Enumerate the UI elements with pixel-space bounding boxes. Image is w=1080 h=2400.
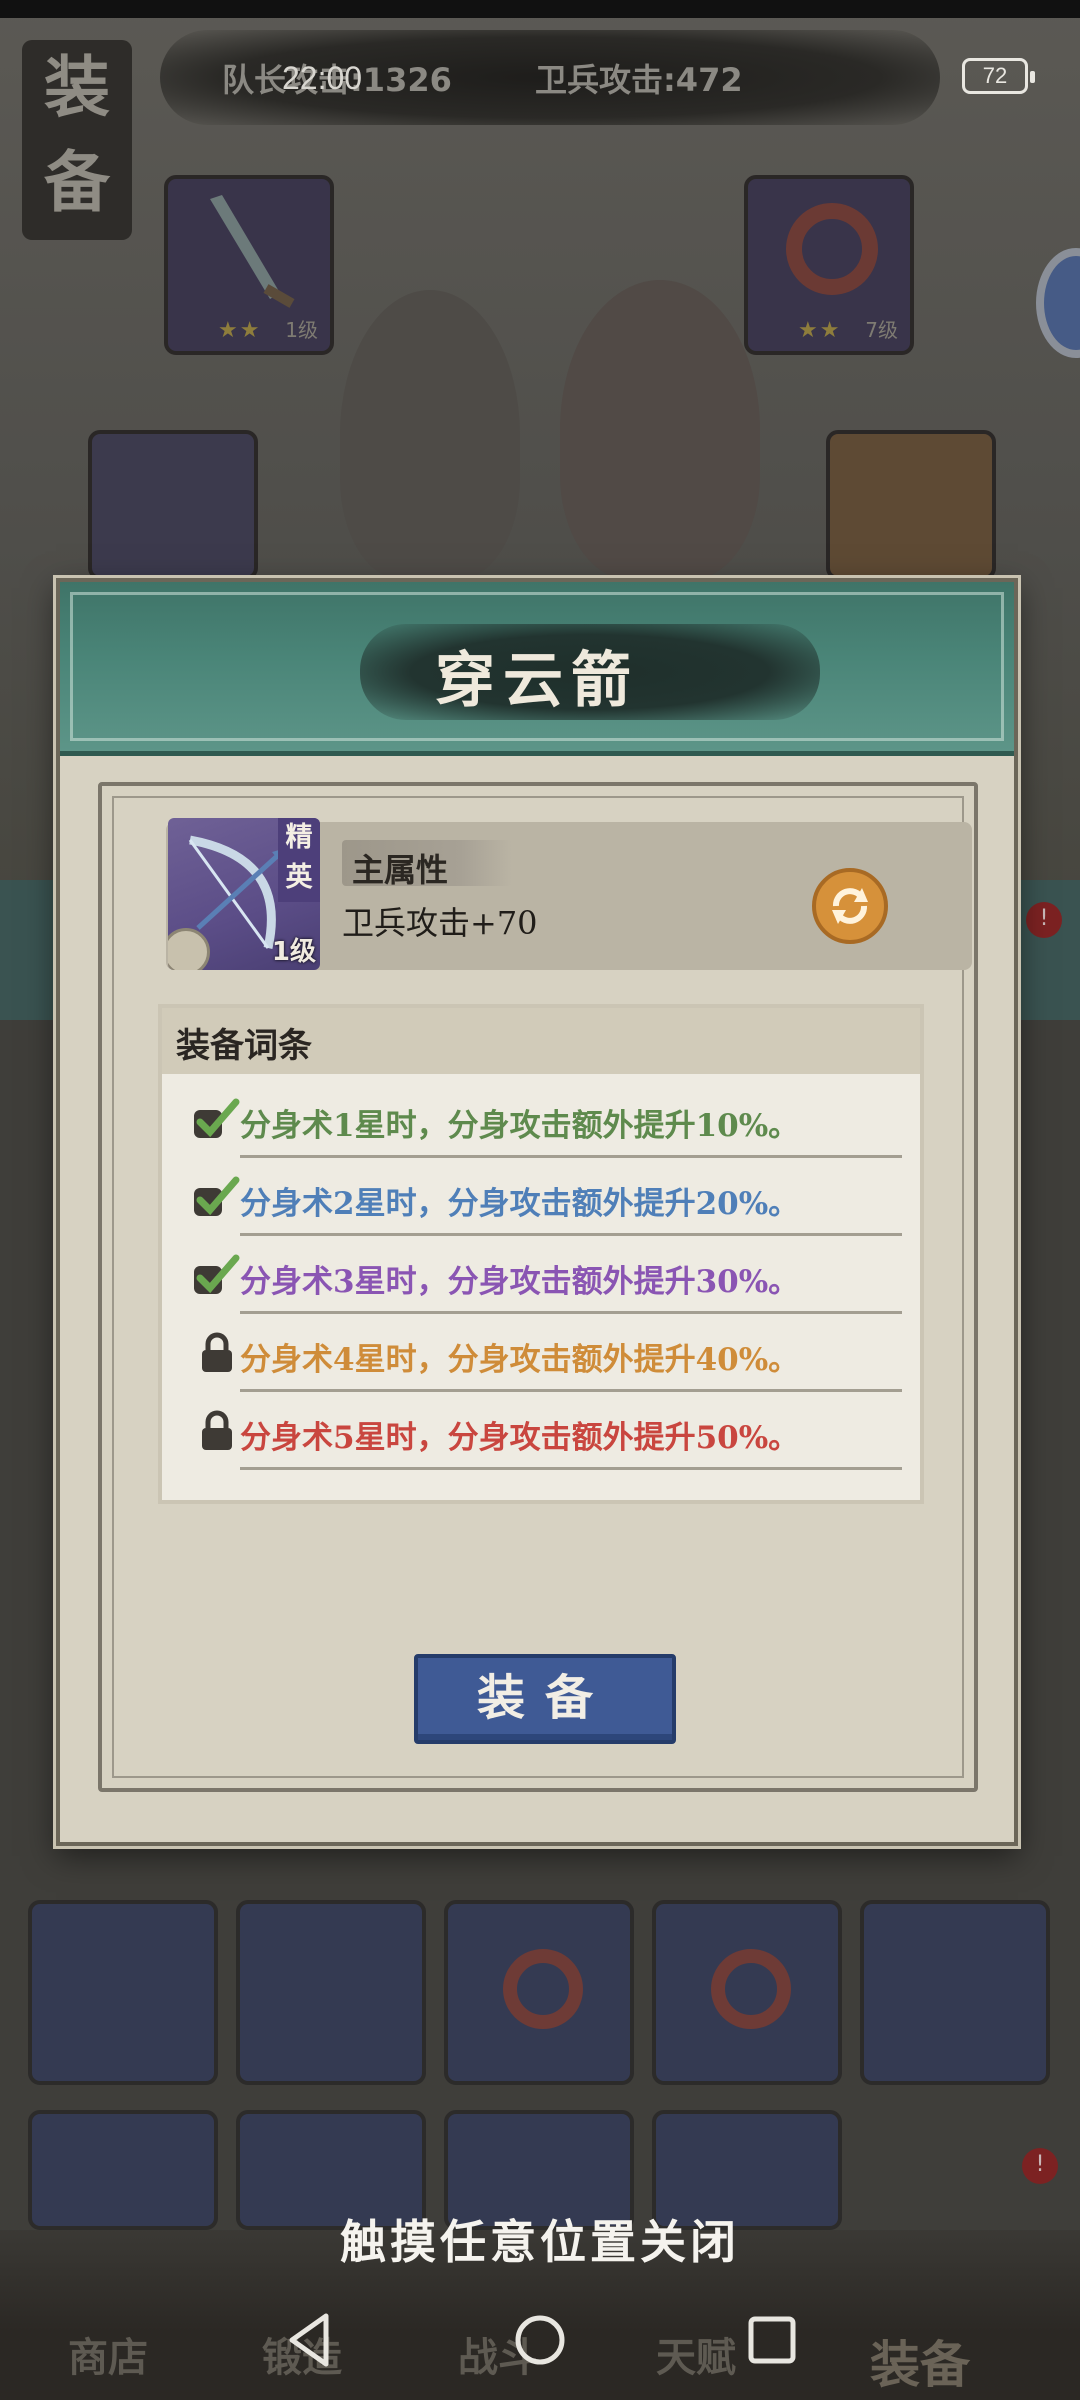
equip-button[interactable]: 装备: [414, 1654, 676, 1744]
check-icon: [194, 1098, 240, 1138]
battery-level: 72: [982, 63, 1008, 88]
equipment-detail-modal[interactable]: 穿云箭 精英 1级 主属性 卫兵攻击+70 装备词条 分身术1星时，分身攻击额外…: [56, 578, 1018, 1846]
inventory-cell[interactable]: [28, 1900, 218, 2085]
whip-icon: [503, 1949, 583, 2029]
whip-icon: [786, 203, 878, 295]
recents-icon[interactable]: [744, 2310, 800, 2370]
notification-badge: !: [1022, 2148, 1058, 2184]
accessory-level: 7级: [865, 318, 898, 342]
guard-character: [560, 280, 760, 580]
affix-text: 分身术3星时，分身攻击额外提升30%。: [240, 1264, 800, 1300]
affix-divider: [240, 1467, 902, 1470]
modal-header: 穿云箭: [60, 582, 1014, 756]
weapon-stars: ★★: [218, 318, 262, 343]
check-icon: [194, 1176, 240, 1216]
back-icon[interactable]: [284, 2310, 334, 2370]
weapon-slot[interactable]: ★★ 1级: [164, 175, 334, 355]
scroll-slot[interactable]: [88, 430, 258, 580]
accessory-slot[interactable]: ★★ 7级: [744, 175, 914, 355]
nav-talent[interactable]: 天赋: [656, 2325, 736, 2383]
item-level: 1级: [271, 937, 316, 967]
grade-tag: 精英: [278, 818, 320, 902]
equipment-side-title: 装备: [22, 40, 132, 240]
affix-text: 分身术4星时，分身攻击额外提升40%。: [240, 1342, 800, 1378]
whip-icon: [711, 1949, 791, 2029]
item-icon[interactable]: 精英 1级: [168, 818, 320, 970]
status-bar: [0, 0, 1080, 18]
status-clock: 22:00: [282, 60, 363, 96]
affix-row: 分身术5星时，分身攻击额外提升50%。: [182, 1392, 902, 1470]
refresh-attribute-button[interactable]: [812, 868, 888, 944]
weapon-level: 1级: [285, 318, 318, 342]
notification-badge: !: [1026, 902, 1062, 938]
affix-text: 分身术2星时，分身攻击额外提升20%。: [240, 1186, 800, 1222]
affix-row: 分身术2星时，分身攻击额外提升20%。: [182, 1158, 902, 1236]
inventory-cell[interactable]: [860, 1900, 1050, 2085]
battery-indicator: 72: [962, 58, 1035, 94]
sword-icon: [210, 195, 295, 308]
tap-to-close-hint: 触摸任意位置关闭: [340, 2215, 740, 2269]
inventory-cell[interactable]: [652, 1900, 842, 2085]
lock-icon: [202, 1332, 232, 1372]
affix-panel: 装备词条 分身术1星时，分身攻击额外提升10%。 分身术2星时，分身攻击额外提升…: [158, 1004, 924, 1504]
affix-panel-title: 装备词条: [176, 1026, 312, 1066]
nav-equip[interactable]: 装备: [870, 2325, 970, 2397]
refresh-icon: [832, 888, 868, 924]
home-icon[interactable]: [512, 2310, 568, 2370]
affix-panel-header: 装备词条: [162, 1008, 920, 1074]
nav-shop[interactable]: 商店: [68, 2325, 148, 2383]
modal-title: 穿云箭: [435, 646, 639, 716]
lock-icon: [202, 1410, 232, 1450]
main-attribute-label: 主属性: [352, 851, 449, 889]
affix-row: 分身术3星时，分身攻击额外提升30%。: [182, 1236, 902, 1314]
flute-slot[interactable]: [826, 430, 996, 580]
guard-attack-stat: 卫兵攻击:472: [535, 61, 743, 99]
inventory-cell[interactable]: [444, 1900, 634, 2085]
affix-row: 分身术4星时，分身攻击额外提升40%。: [182, 1314, 902, 1392]
affix-row: 分身术1星时，分身攻击额外提升10%。: [182, 1080, 902, 1158]
check-icon: [194, 1254, 240, 1294]
captain-character: [340, 290, 520, 580]
affix-text: 分身术5星时，分身攻击额外提升50%。: [240, 1420, 800, 1456]
affix-text: 分身术1星时，分身攻击额外提升10%。: [240, 1108, 800, 1144]
accessory-stars: ★★: [798, 318, 842, 343]
inventory-cell[interactable]: [236, 1900, 426, 2085]
main-attribute-value: 卫兵攻击+70: [342, 904, 538, 942]
